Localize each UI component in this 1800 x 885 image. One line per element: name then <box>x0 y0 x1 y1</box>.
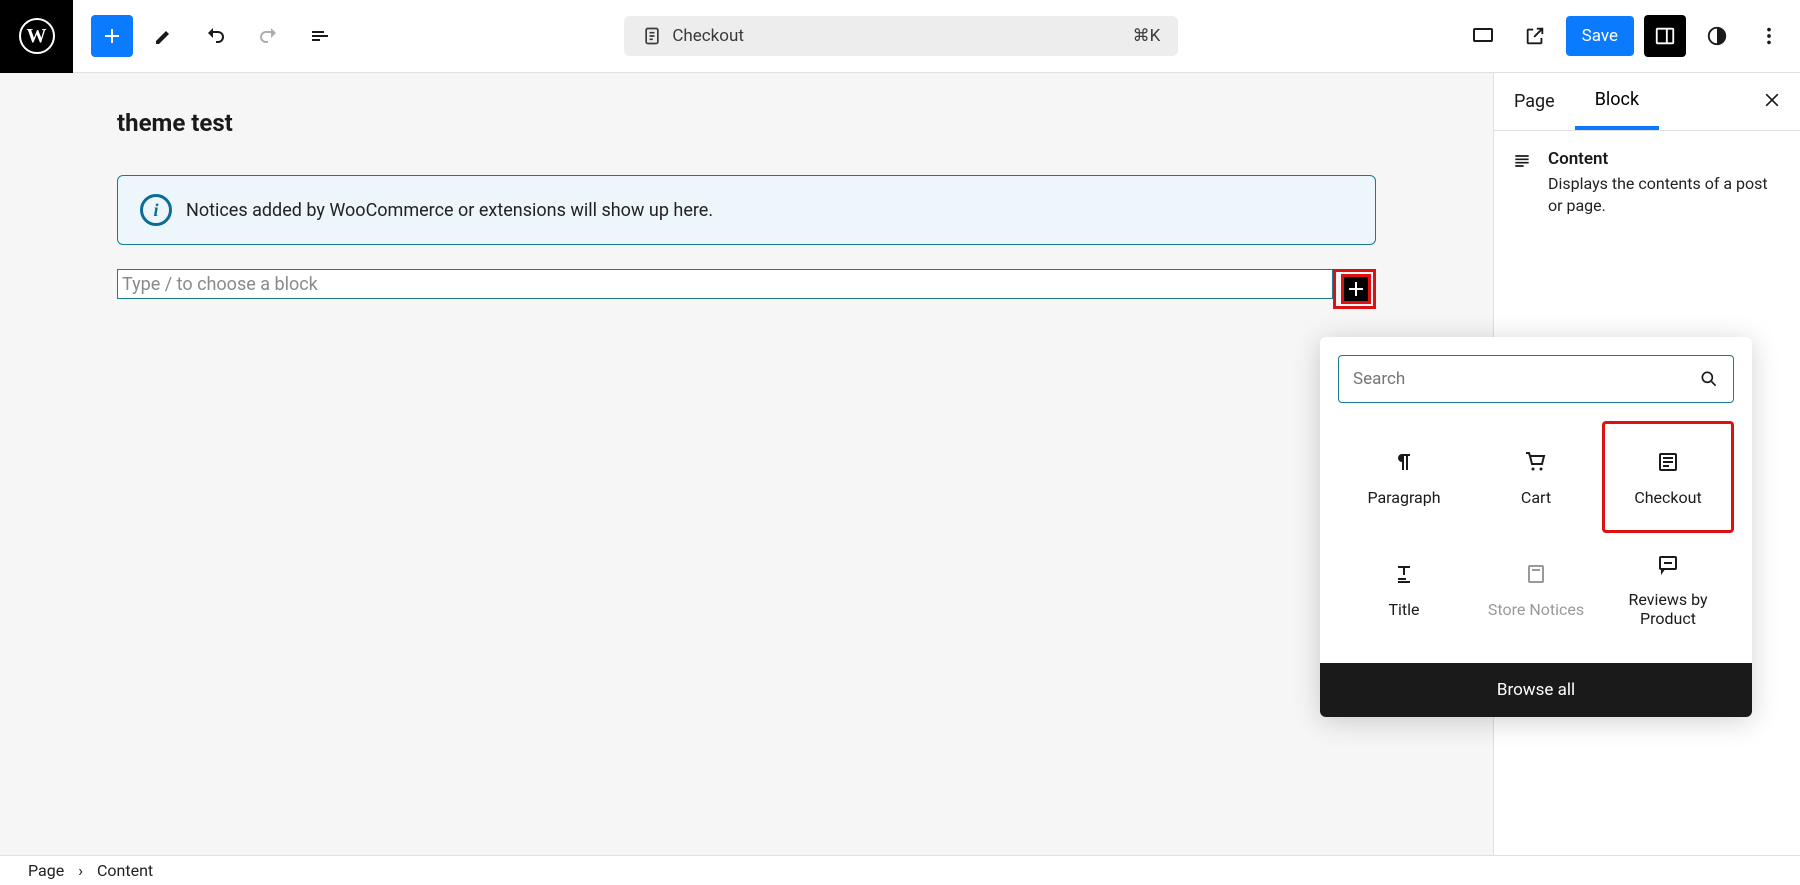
store-notices-icon <box>1524 562 1548 586</box>
sidebar-close-button[interactable] <box>1744 90 1800 114</box>
cart-icon <box>1524 450 1548 474</box>
inserter-search-input[interactable] <box>1353 369 1699 389</box>
redo-icon <box>256 24 280 48</box>
block-option-checkout[interactable]: Checkout <box>1602 421 1734 533</box>
title-icon <box>1392 562 1416 586</box>
info-icon: i <box>140 194 172 226</box>
undo-icon <box>204 24 228 48</box>
block-option-reviews-by-product[interactable]: Reviews by Product <box>1602 533 1734 645</box>
top-toolbar: W Checkout ⌘K <box>0 0 1800 73</box>
search-icon <box>1699 369 1719 389</box>
view-button[interactable] <box>1462 15 1504 57</box>
undo-button[interactable] <box>195 15 237 57</box>
document-bar[interactable]: Checkout ⌘K <box>624 16 1178 56</box>
empty-block-placeholder[interactable]: Type / to choose a block <box>117 269 1333 299</box>
empty-paragraph-row: Type / to choose a block <box>117 269 1376 309</box>
block-type-description: Displays the contents of a post or page. <box>1548 173 1782 216</box>
block-inserter-button[interactable] <box>91 15 133 57</box>
sidebar-tabs: Page Block <box>1494 73 1800 131</box>
external-link-icon <box>1524 25 1546 47</box>
close-icon <box>1762 90 1782 110</box>
wordpress-logo-icon: W <box>19 18 55 54</box>
paragraph-icon <box>1392 450 1416 474</box>
pencil-icon <box>152 24 176 48</box>
block-label: Reviews by Product <box>1602 590 1734 628</box>
block-option-cart[interactable]: Cart <box>1470 421 1602 533</box>
toolbar-right: Save <box>1462 15 1790 57</box>
toolbar-center: Checkout ⌘K <box>341 16 1462 56</box>
inserter-search-field[interactable] <box>1338 355 1734 403</box>
block-label: Title <box>1388 600 1419 619</box>
plus-icon <box>1344 277 1368 301</box>
plus-icon <box>100 24 124 48</box>
notice-text: Notices added by WooCommerce or extensio… <box>186 200 713 221</box>
page-icon <box>642 26 662 46</box>
toolbar-left: W <box>0 0 341 72</box>
sidebar-tab-block[interactable]: Block <box>1575 73 1659 130</box>
content-block-icon <box>1512 149 1532 173</box>
redo-button[interactable] <box>247 15 289 57</box>
view-page-button[interactable] <box>1514 15 1556 57</box>
store-notice-block[interactable]: i Notices added by WooCommerce or extens… <box>117 175 1376 245</box>
list-icon <box>308 24 332 48</box>
page-title[interactable]: theme test <box>117 109 1376 137</box>
block-label: Store Notices <box>1488 600 1584 619</box>
styles-button[interactable] <box>1696 15 1738 57</box>
block-option-title[interactable]: Title <box>1338 533 1470 645</box>
document-overview-button[interactable] <box>299 15 341 57</box>
block-type-title: Content <box>1548 149 1782 169</box>
editor-canvas: theme test i Notices added by WooCommerc… <box>0 73 1493 855</box>
more-vertical-icon <box>1758 25 1780 47</box>
breadcrumb-item[interactable]: Content <box>97 861 153 880</box>
options-button[interactable] <box>1748 15 1790 57</box>
contrast-icon <box>1706 25 1728 47</box>
block-label: Paragraph <box>1367 488 1440 507</box>
inserter-blocks-grid: Paragraph Cart Checkout Title Store Noti… <box>1320 421 1752 663</box>
block-breadcrumb: Page › Content <box>0 855 1800 885</box>
desktop-icon <box>1471 24 1495 48</box>
block-label: Checkout <box>1634 488 1701 507</box>
breadcrumb-item[interactable]: Page <box>28 861 64 880</box>
browse-all-button[interactable]: Browse all <box>1320 663 1752 717</box>
quick-inserter-popover: Paragraph Cart Checkout Title Store Noti… <box>1320 337 1752 717</box>
chevron-right-icon: › <box>78 861 83 880</box>
wp-home-button[interactable]: W <box>0 0 73 73</box>
sidebar-body: Content Displays the contents of a post … <box>1494 131 1800 234</box>
save-button[interactable]: Save <box>1566 16 1634 56</box>
document-bar-title: Checkout <box>672 26 744 46</box>
checkout-icon <box>1656 450 1680 474</box>
add-block-button[interactable] <box>1341 274 1371 304</box>
block-option-paragraph[interactable]: Paragraph <box>1338 421 1470 533</box>
block-label: Cart <box>1521 488 1551 507</box>
settings-sidebar-button[interactable] <box>1644 15 1686 57</box>
tools-button[interactable] <box>143 15 185 57</box>
command-shortcut: ⌘K <box>1133 26 1161 46</box>
block-option-store-notices[interactable]: Store Notices <box>1470 533 1602 645</box>
placeholder-text: Type / to choose a block <box>122 274 318 295</box>
reviews-icon <box>1656 552 1680 576</box>
sidebar-tab-page[interactable]: Page <box>1494 73 1575 130</box>
add-block-highlight <box>1333 269 1376 309</box>
sidebar-icon <box>1654 25 1676 47</box>
